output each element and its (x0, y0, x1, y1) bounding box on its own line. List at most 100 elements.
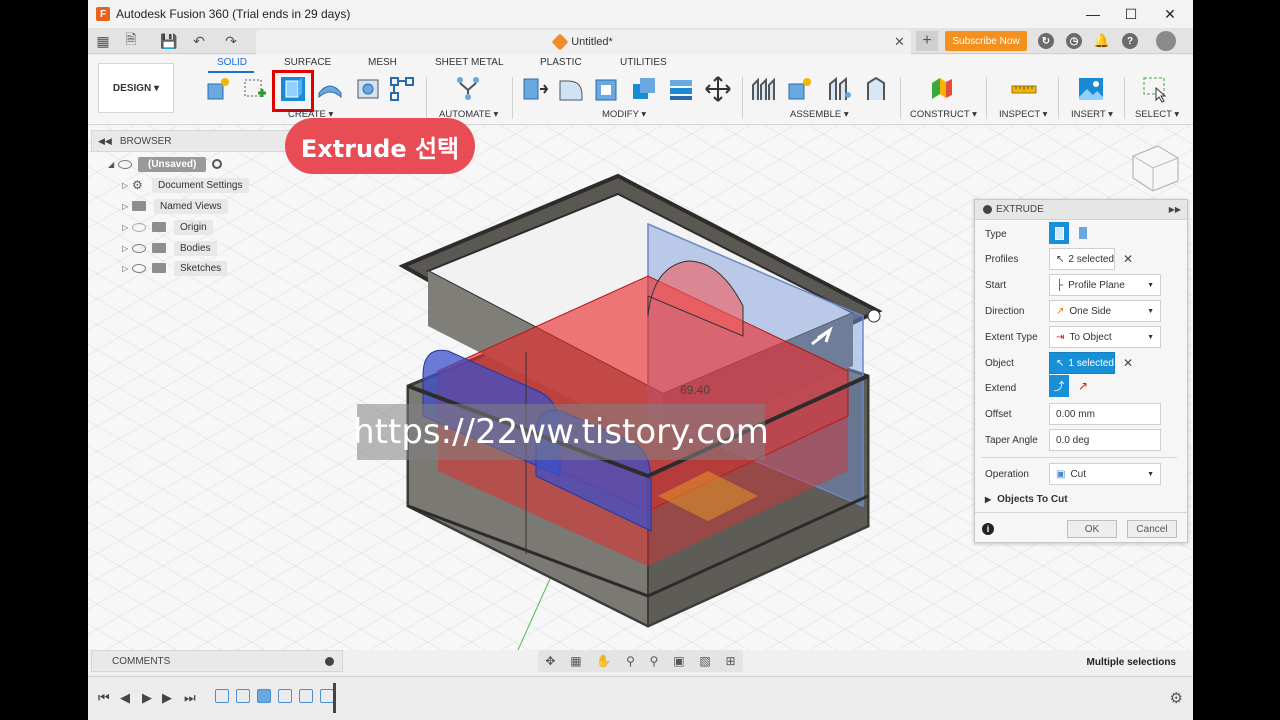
redo-icon[interactable]: ↷ (222, 32, 240, 50)
step-forward-icon[interactable]: ▶ (162, 690, 172, 706)
help-icon[interactable]: ? (1122, 33, 1138, 49)
object-selector[interactable]: ↖ 1 selected (1049, 352, 1115, 374)
motion-link-icon[interactable] (862, 75, 890, 103)
expand-icon[interactable]: ▷ (122, 244, 132, 253)
insert-image-icon[interactable] (1077, 75, 1105, 103)
play-icon[interactable]: ▶ (142, 690, 152, 706)
move-copy-icon[interactable] (704, 75, 732, 103)
display-settings-icon[interactable]: ▣ (673, 654, 684, 668)
extend-min-icon[interactable]: ↗ (1073, 375, 1093, 397)
tree-item-bodies[interactable]: ▷ Bodies (122, 239, 217, 257)
timeline-marker[interactable] (333, 683, 336, 713)
clear-object-icon[interactable]: ✕ (1123, 356, 1133, 370)
step-back-icon[interactable]: ◀ (120, 690, 130, 706)
automate-icon[interactable] (454, 75, 482, 103)
timeline-sketch-item[interactable] (299, 689, 313, 703)
objects-to-cut-section[interactable]: ▶ Objects To Cut (985, 494, 1068, 505)
close-window-button[interactable]: ✕ (1150, 0, 1190, 28)
notifications-icon[interactable]: 🔔 (1094, 33, 1110, 49)
file-menu-icon[interactable]: 🗎 (122, 31, 140, 50)
extrude-dialog-header[interactable]: EXTRUDE ▶▶ (975, 200, 1187, 220)
tab-sheet-metal[interactable]: SHEET METAL (435, 57, 504, 68)
inspect-menu[interactable]: INSPECT ▾ (999, 109, 1047, 120)
expand-icon[interactable]: ▷ (122, 223, 132, 232)
profiles-selector[interactable]: ↖ 2 selected (1049, 248, 1115, 270)
expand-icon[interactable]: ▷ (122, 181, 132, 190)
taper-angle-input[interactable]: 0.0 deg (1049, 429, 1161, 451)
as-built-joint-icon[interactable] (826, 75, 854, 103)
collapse-dialog-icon[interactable] (983, 205, 992, 214)
pan-hand-icon[interactable]: ✋ (596, 654, 611, 668)
tab-surface[interactable]: SURFACE (284, 57, 331, 68)
visibility-eye-icon[interactable] (118, 159, 132, 169)
zoom-icon[interactable]: ⚲ (626, 654, 635, 668)
visibility-eye-icon[interactable] (132, 243, 146, 253)
visibility-eye-icon[interactable] (132, 263, 146, 273)
start-dropdown[interactable]: ├ Profile Plane ▼ (1049, 274, 1161, 296)
new-component-icon[interactable] (204, 75, 232, 103)
collapse-browser-icon[interactable]: ◀◀ (98, 136, 112, 147)
workspace-switcher-button[interactable]: DESIGN ▾ (98, 63, 174, 113)
extent-type-dropdown[interactable]: ⇥ To Object ▼ (1049, 326, 1161, 348)
undo-icon[interactable]: ↶ (190, 32, 208, 50)
go-to-start-icon[interactable]: ⏮ (98, 690, 110, 706)
go-to-end-icon[interactable]: ⏭ (184, 690, 196, 706)
tab-utilities[interactable]: UTILITIES (620, 57, 667, 68)
timeline-sketch-item[interactable] (236, 689, 250, 703)
joint-icon[interactable] (786, 75, 814, 103)
press-pull-icon[interactable] (521, 75, 549, 103)
hole-icon[interactable] (354, 75, 382, 103)
direction-dropdown[interactable]: ↗ One Side ▼ (1049, 300, 1161, 322)
tree-item-document-settings[interactable]: ▷ ⚙ Document Settings (122, 176, 249, 194)
save-icon[interactable]: 💾 (160, 32, 178, 50)
select-icon[interactable] (1141, 75, 1169, 103)
tab-solid[interactable]: SOLID (217, 57, 247, 68)
expand-icon[interactable]: ◢ (108, 160, 118, 169)
offset-face-icon[interactable] (667, 75, 695, 103)
select-menu[interactable]: SELECT ▾ (1135, 109, 1179, 120)
ok-button[interactable]: OK (1067, 520, 1117, 538)
cancel-button[interactable]: Cancel (1127, 520, 1177, 538)
timeline-extrude-item[interactable] (257, 689, 271, 703)
tree-root-row[interactable]: ◢ (Unsaved) (108, 155, 223, 173)
tree-item-sketches[interactable]: ▷ Sketches (122, 259, 228, 277)
construct-menu[interactable]: CONSTRUCT ▾ (910, 109, 977, 120)
tree-item-named-views[interactable]: ▷ Named Views (122, 197, 228, 215)
new-tab-button[interactable]: + (916, 31, 938, 51)
tree-item-origin[interactable]: ▷ Origin (122, 218, 213, 236)
assemble-menu[interactable]: ASSEMBLE ▾ (790, 109, 849, 120)
view-cube[interactable] (1132, 145, 1179, 192)
activate-radio-icon[interactable] (212, 159, 223, 169)
job-status-icon[interactable]: ◷ (1066, 33, 1082, 49)
hidden-eye-icon[interactable] (132, 222, 146, 232)
timeline-sketch-item[interactable] (278, 689, 292, 703)
maximize-button[interactable]: ☐ (1111, 0, 1151, 28)
shell-icon[interactable] (593, 75, 621, 103)
type-thin-icon[interactable] (1073, 222, 1093, 244)
fit-icon[interactable]: ⚲ (650, 654, 659, 668)
close-tab-icon[interactable]: ✕ (894, 34, 905, 50)
combine-icon[interactable] (630, 75, 658, 103)
info-icon[interactable]: i (982, 523, 994, 535)
minimize-button[interactable]: — (1073, 0, 1113, 28)
document-tab[interactable]: Untitled* (256, 30, 911, 54)
construct-plane-icon[interactable] (928, 75, 956, 103)
offset-input[interactable]: 0.00 mm (1049, 403, 1161, 425)
insert-menu[interactable]: INSERT ▾ (1071, 109, 1113, 120)
timeline-settings-gear-icon[interactable]: ⚙ (1170, 689, 1183, 707)
fillet-icon[interactable] (557, 75, 585, 103)
extensions-icon[interactable]: ↻ (1038, 33, 1054, 49)
expand-dialog-icon[interactable]: ▶▶ (1169, 205, 1181, 214)
clear-profiles-icon[interactable]: ✕ (1123, 252, 1133, 266)
extend-to-adjacent-icon[interactable]: ⤴ (1049, 375, 1069, 397)
look-at-icon[interactable]: ▦ (570, 654, 581, 668)
viewports-icon[interactable]: ⊞ (726, 654, 736, 668)
pattern-icon[interactable] (388, 75, 416, 103)
tab-mesh[interactable]: MESH (368, 57, 397, 68)
add-comment-icon[interactable] (325, 656, 334, 666)
expand-icon[interactable]: ▷ (122, 264, 132, 273)
grid-settings-icon[interactable]: ▧ (699, 654, 710, 668)
revolve-icon[interactable] (316, 75, 344, 103)
modify-menu[interactable]: MODIFY ▾ (602, 109, 646, 120)
operation-dropdown[interactable]: ▣ Cut ▼ (1049, 463, 1161, 485)
